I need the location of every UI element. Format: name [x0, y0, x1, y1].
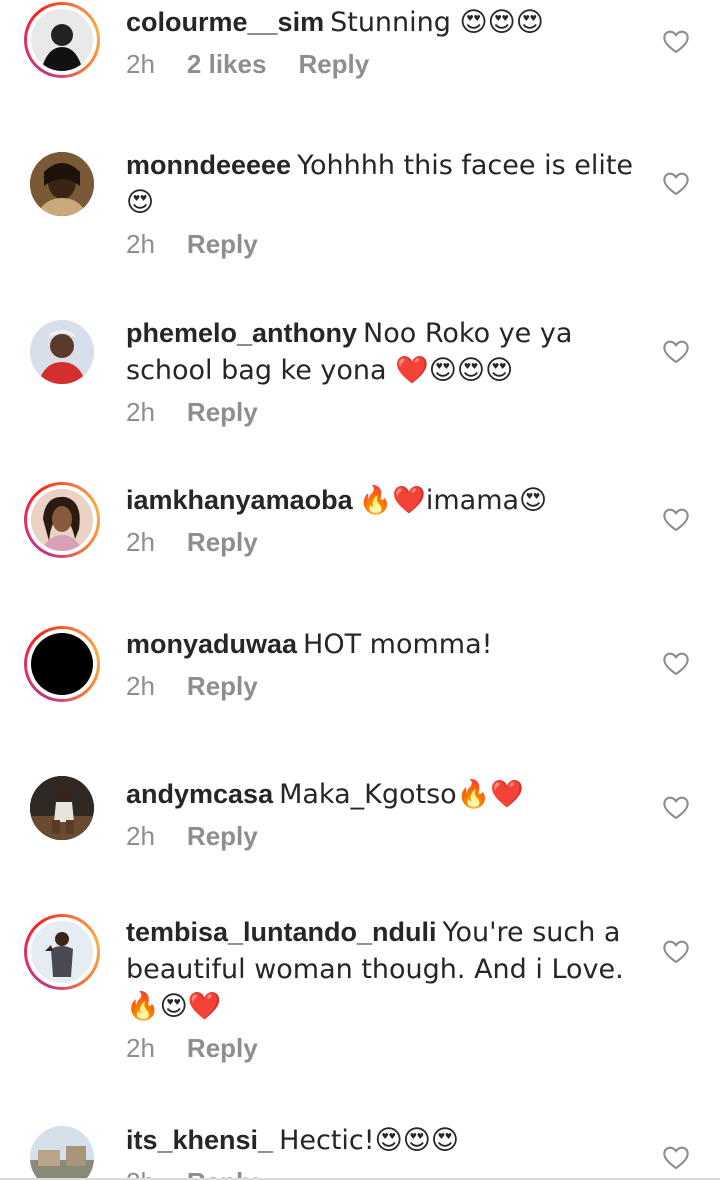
- reply-button[interactable]: Reply: [187, 821, 258, 852]
- avatar-story-ring[interactable]: [24, 914, 100, 990]
- heart-outline-icon[interactable]: [662, 28, 690, 54]
- comment-username[interactable]: phemelo_anthony: [126, 318, 357, 348]
- comment-time: 2h: [126, 1033, 155, 1063]
- likes-count-button[interactable]: 2 likes: [187, 49, 267, 80]
- avatar: [31, 9, 93, 71]
- comment-time: 2h: [126, 821, 155, 851]
- comment-text: colourme__sim Stunning 😍😍😍: [126, 4, 636, 41]
- reply-button[interactable]: Reply: [187, 527, 258, 558]
- comment-time: 2h: [126, 397, 155, 427]
- comment-time: 2h: [126, 527, 155, 557]
- avatar: [31, 921, 93, 983]
- avatar-story-ring[interactable]: [24, 482, 100, 558]
- heart-outline-icon[interactable]: [662, 338, 690, 364]
- heart-outline-icon[interactable]: [662, 170, 690, 196]
- comment-username[interactable]: monndeeeee: [126, 150, 291, 180]
- heart-outline-icon[interactable]: [662, 1144, 690, 1170]
- comment-body: Hectic!😍😍😍: [279, 1125, 460, 1156]
- comment-username[interactable]: monyaduwaa: [126, 629, 297, 659]
- avatar: [31, 633, 93, 695]
- comment-time: 2h: [126, 49, 155, 79]
- reply-button[interactable]: Reply: [187, 671, 258, 702]
- comment-body: Maka_Kgotso🔥❤️: [279, 779, 524, 810]
- reply-button[interactable]: Reply: [187, 1033, 258, 1064]
- heart-outline-icon[interactable]: [662, 794, 690, 820]
- reply-button[interactable]: Reply: [298, 49, 369, 80]
- comment-body: Stunning 😍😍😍: [330, 7, 544, 38]
- comment-username[interactable]: tembisa_luntando_nduli: [126, 917, 437, 947]
- comment-body: 🔥❤️imama😍: [358, 485, 548, 516]
- avatar: [31, 489, 93, 551]
- comment-username[interactable]: its_khensi_: [126, 1125, 273, 1155]
- avatar[interactable]: [30, 776, 94, 840]
- heart-outline-icon[interactable]: [662, 650, 690, 676]
- reply-button[interactable]: Reply: [187, 1167, 258, 1178]
- avatar[interactable]: [30, 152, 94, 216]
- heart-outline-icon[interactable]: [662, 506, 690, 532]
- comment-item: its_khensi_Hectic!😍😍😍 2h Reply: [0, 1122, 720, 1178]
- heart-outline-icon[interactable]: [662, 938, 690, 964]
- avatar[interactable]: [30, 1126, 94, 1178]
- avatar-story-ring[interactable]: [24, 2, 100, 78]
- comment-time: 2h: [126, 229, 155, 259]
- comment-username[interactable]: iamkhanyamaoba: [126, 485, 353, 515]
- comment-time: 2h: [126, 1167, 155, 1178]
- comment-time: 2h: [126, 671, 155, 701]
- avatar[interactable]: [30, 320, 94, 384]
- comment-username[interactable]: colourme__sim: [126, 7, 324, 37]
- comment-username[interactable]: andymcasa: [126, 779, 273, 809]
- avatar-story-ring[interactable]: [24, 626, 100, 702]
- comment-body: HOT momma!: [303, 629, 493, 660]
- reply-button[interactable]: Reply: [187, 397, 258, 428]
- reply-button[interactable]: Reply: [187, 229, 258, 260]
